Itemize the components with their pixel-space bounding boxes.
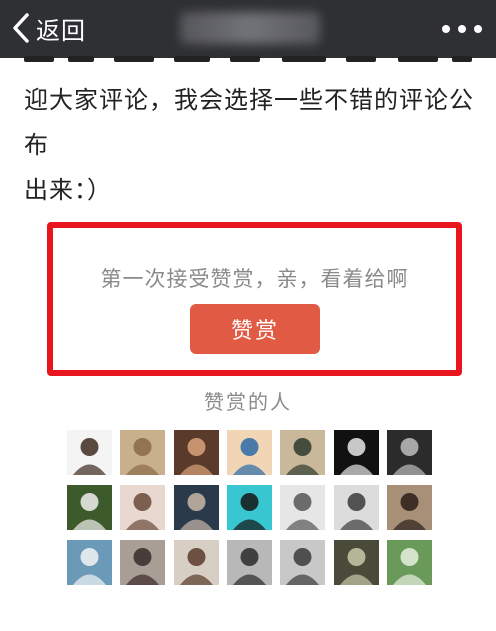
- back-button[interactable]: 返回: [12, 10, 86, 46]
- article-text: 迎大家评论，我会选择一些不错的评论公布 出来：）: [24, 78, 476, 213]
- rewarder-avatar[interactable]: [67, 540, 112, 585]
- rewarder-avatar[interactable]: [173, 430, 219, 475]
- blurred-title: [180, 12, 320, 44]
- rewarder-avatar[interactable]: [333, 430, 379, 475]
- rewarder-avatar[interactable]: [173, 485, 219, 530]
- rewarder-avatar[interactable]: [67, 485, 112, 530]
- rewarder-avatar[interactable]: [280, 540, 326, 585]
- rewarder-avatar[interactable]: [120, 540, 166, 585]
- more-button[interactable]: [442, 19, 482, 39]
- rewarder-avatar[interactable]: [386, 430, 432, 475]
- rewarder-avatar[interactable]: [386, 540, 432, 585]
- rewarder-avatar[interactable]: [173, 540, 219, 585]
- rewarder-avatar[interactable]: [226, 430, 272, 475]
- rewarder-avatar[interactable]: [120, 430, 166, 475]
- rewarders-title: 赞赏的人: [204, 390, 292, 414]
- cut-off-text-line: [24, 56, 474, 66]
- rewarder-avatar[interactable]: [67, 430, 112, 475]
- article-line: 迎大家评论，我会选择一些不错的评论公布: [24, 86, 474, 159]
- rewarder-avatar[interactable]: [226, 485, 272, 530]
- rewarder-avatar[interactable]: [333, 485, 379, 530]
- article-line: 出来：）: [24, 176, 112, 204]
- rewarder-avatar[interactable]: [386, 485, 432, 530]
- rewarder-avatar[interactable]: [280, 485, 326, 530]
- reward-button[interactable]: 赞赏: [190, 304, 320, 354]
- rewarder-avatar[interactable]: [280, 430, 326, 475]
- chevron-left-icon: [13, 13, 29, 43]
- nav-bar: 返回: [0, 0, 496, 58]
- rewarder-avatar[interactable]: [120, 485, 166, 530]
- ellipsis-icon: [442, 25, 450, 33]
- rewarder-avatar[interactable]: [333, 540, 379, 585]
- reward-highlight-box: 第一次接受赞赏，亲，看着给啊 赞赏: [47, 222, 462, 376]
- reward-prompt: 第一次接受赞赏，亲，看着给啊: [100, 267, 409, 291]
- back-label: 返回: [36, 16, 86, 45]
- rewarders-avatar-grid: [67, 430, 437, 590]
- rewarder-avatar[interactable]: [226, 540, 272, 585]
